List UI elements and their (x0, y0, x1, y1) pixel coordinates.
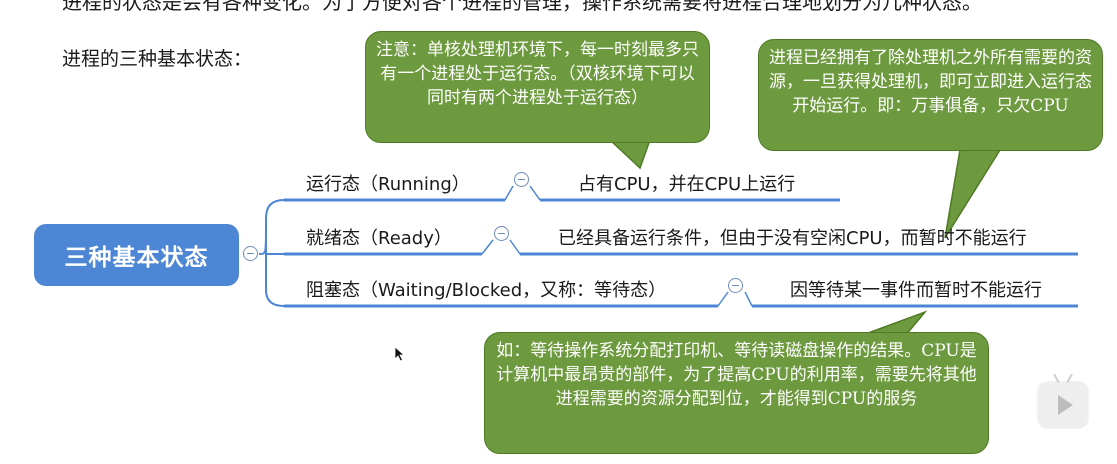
state-ready-collapse-icon[interactable] (494, 226, 509, 241)
state-blocked-collapse-icon[interactable] (728, 278, 743, 293)
note-ready: 进程已经拥有了除处理机之外所有需要的资源，一旦获得处理机，即可立即进入运行态开始… (758, 39, 1103, 151)
state-running-collapse-icon[interactable] (514, 172, 529, 187)
root-label: 三种基本状态 (64, 245, 209, 271)
root-node[interactable]: 三种基本状态 (34, 224, 239, 286)
connector-running (265, 199, 300, 254)
connector-blocked (265, 254, 300, 307)
note-blocked: 如：等待操作系统分配打印机、等待读磁盘操作的结果。CPU是计算机中最昂贵的部件，… (484, 332, 989, 454)
connector-trunk (258, 229, 267, 255)
state-running-label[interactable]: 运行态（Running） (306, 170, 470, 196)
state-blocked-label[interactable]: 阻塞态（Waiting/Blocked，又称：等待态） (306, 276, 666, 302)
callout-tail-running (608, 139, 652, 170)
state-ready-desc[interactable]: 已经具备运行条件，但由于没有空闲CPU，而暂时不能运行 (558, 224, 1027, 250)
slide: 进程的状态是会有各种变化。为了方便对各个进程的管理，操作系统需要将进程合理地划分… (0, 0, 1117, 464)
state-running-desc[interactable]: 占有CPU，并在CPU上运行 (578, 170, 795, 196)
play-button-icon[interactable] (1038, 382, 1088, 428)
note-running: 注意：单核处理机环境下，每一时刻最多只有一个进程处于运行态。（双核环境下可以同时… (365, 31, 710, 143)
mouse-cursor-icon (394, 346, 406, 362)
state-blocked-desc[interactable]: 因等待某一事件而暂时不能运行 (790, 276, 1042, 302)
state-ready-label[interactable]: 就绪态（Ready） (306, 224, 452, 250)
root-collapse-icon[interactable] (243, 246, 258, 261)
